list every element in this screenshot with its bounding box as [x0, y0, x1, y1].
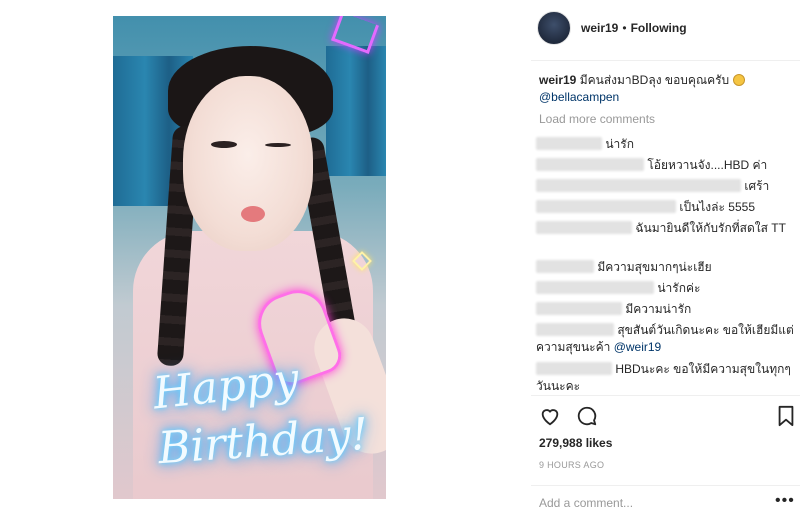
comment-item: เศร้า: [536, 178, 796, 195]
blurred-username: [536, 221, 632, 234]
comment-item: มีความน่ารัก: [536, 301, 796, 318]
add-comment-input[interactable]: Add a comment...: [539, 496, 633, 510]
blurred-username: [536, 179, 741, 192]
comment-item: โอ้ยหวานจัง....HBD ค่า: [536, 157, 796, 174]
comment-item: ฉันมายินดีให้กับรักที่สดใส TT: [536, 220, 796, 237]
comment-bubble-icon[interactable]: [576, 405, 598, 427]
comment-item: น่ารักค่ะ: [536, 280, 796, 297]
comment-item: น่ารัก: [536, 136, 796, 153]
comment-text: น่ารักค่ะ: [657, 281, 701, 295]
more-dots-icon[interactable]: •••: [775, 492, 795, 510]
post-caption: weir19 มีคนส่งมาBDลุง ขอบคุณครับ @bellac…: [539, 72, 794, 106]
comment-text: มีความน่ารัก: [625, 302, 692, 316]
heart-icon[interactable]: [539, 405, 561, 427]
post-timestamp[interactable]: 9 HOURS AGO: [539, 460, 604, 470]
load-more-comments-link[interactable]: Load more comments: [539, 112, 655, 126]
photo-face: [183, 76, 313, 251]
comment-text: โอ้ยหวานจัง....HBD ค่า: [647, 158, 768, 172]
bookmark-icon[interactable]: [775, 405, 797, 427]
likes-count[interactable]: 279,988 likes: [539, 436, 612, 450]
comment-item: เป็นไงล่ะ 5555: [536, 199, 796, 216]
photo-curtain-right: [326, 46, 386, 176]
blurred-username: [536, 158, 644, 171]
blurred-username: [536, 362, 612, 375]
blurred-username: [536, 260, 594, 273]
blurred-username: [536, 200, 676, 213]
caption-mention[interactable]: @bellacampen: [539, 90, 619, 104]
separator-dot: •: [622, 21, 627, 35]
comment-item: สุขสันต์วันเกิดนะคะ ขอให้เฮียมีแต่ความสุ…: [536, 322, 796, 356]
header-divider: [531, 60, 800, 61]
blurred-username: [536, 323, 614, 336]
caption-text: มีคนส่งมาBDลุง ขอบคุณครับ: [576, 73, 730, 87]
comment-mention[interactable]: @weir19: [614, 340, 662, 354]
comment-text: น่ารัก: [605, 137, 634, 151]
comment-text: เป็นไงล่ะ 5555: [679, 200, 755, 214]
comment-text: เศร้า: [744, 179, 770, 193]
following-button[interactable]: Following: [631, 21, 687, 35]
avatar[interactable]: [537, 11, 571, 45]
blurred-username: [536, 137, 602, 150]
post-photo[interactable]: Happy Birthday!: [113, 16, 386, 499]
comment-text: ฉันมายินดีให้กับรักที่สดใส TT: [635, 221, 786, 235]
comment-text: มีความสุขมากๆน่ะเฮีย: [597, 260, 712, 274]
add-comment-divider: [531, 485, 800, 486]
photo-eye-right: [265, 143, 291, 147]
photo-lips: [241, 206, 265, 222]
actions-divider: [531, 395, 800, 396]
comment-item: HBDนะคะ ขอให้มีความสุขในทุกๆวันนะคะ: [536, 361, 796, 395]
blurred-username: [536, 302, 622, 315]
photo-eye-left: [211, 141, 237, 148]
post-header: weir19 • Following: [537, 8, 799, 48]
post-actions: [539, 405, 794, 429]
blurred-username: [536, 281, 654, 294]
header-username[interactable]: weir19: [581, 21, 618, 35]
worried-face-emoji-icon: [732, 74, 745, 86]
caption-username[interactable]: weir19: [539, 73, 576, 87]
comment-item: มีความสุขมากๆน่ะเฮีย: [536, 259, 796, 276]
